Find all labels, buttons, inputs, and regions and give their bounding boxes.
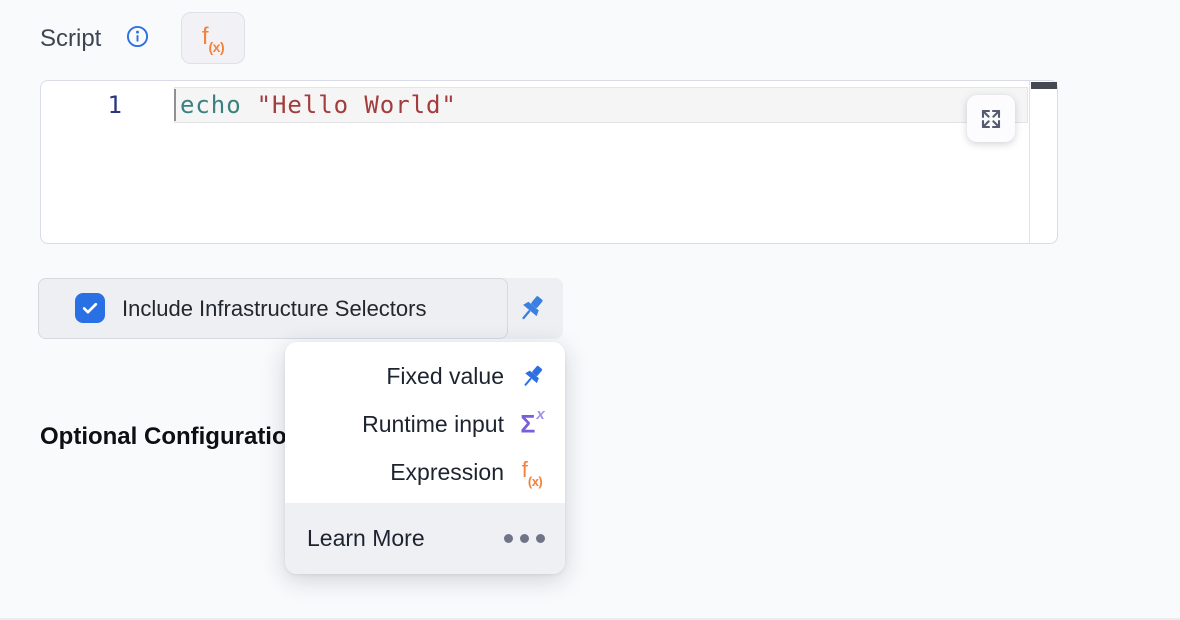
page: { "colors": { "accent_blue": "#2b70e4", … <box>0 0 1180 620</box>
infra-selectors-label: Include Infrastructure Selectors <box>122 278 426 339</box>
code-command: echo <box>180 91 242 119</box>
editor-text-cursor <box>174 89 176 121</box>
info-circle-glyph <box>126 25 149 48</box>
value-type-menu: Fixed value Runtime input Σx Expression <box>285 342 565 574</box>
fixed-value-pin-button[interactable] <box>514 291 548 325</box>
learn-more-link[interactable]: Learn More <box>307 525 425 552</box>
pushpin-icon <box>517 361 547 391</box>
infra-selectors-checkbox[interactable] <box>75 293 105 323</box>
menu-item-label: Expression <box>390 459 504 486</box>
check-icon <box>80 298 100 318</box>
editor-line-number: 1 <box>41 87 122 123</box>
value-type-menu-footer: Learn More <box>285 503 565 574</box>
ellipsis-icon[interactable] <box>504 534 545 543</box>
value-type-menu-items: Fixed value Runtime input Σx Expression <box>285 352 565 496</box>
expand-fullscreen-icon <box>979 107 1003 131</box>
menu-item-runtime-input[interactable]: Runtime input Σx <box>285 400 565 448</box>
optional-configuration-heading: Optional Configuration <box>40 423 301 451</box>
editor-code-line[interactable]: echo "Hello World" <box>180 87 457 123</box>
f-x-icon: f(x) <box>202 25 224 52</box>
editor-scrollbar-thumb[interactable] <box>1031 82 1057 89</box>
menu-item-label: Runtime input <box>362 411 504 438</box>
menu-item-fixed-value[interactable]: Fixed value <box>285 352 565 400</box>
editor-expand-button[interactable] <box>967 95 1015 142</box>
info-icon[interactable] <box>126 25 149 48</box>
script-field-label: Script <box>40 24 101 54</box>
f-x-icon: f(x) <box>517 457 547 487</box>
expression-toggle-button[interactable]: f(x) <box>181 12 245 64</box>
code-string: "Hello World" <box>257 91 457 119</box>
menu-item-label: Fixed value <box>386 363 504 390</box>
script-code-editor[interactable]: 1 echo "Hello World" <box>40 80 1058 244</box>
sigma-x-icon: Σx <box>517 409 547 439</box>
menu-item-expression[interactable]: Expression f(x) <box>285 448 565 496</box>
infra-selectors-row: Include Infrastructure Selectors <box>38 278 563 339</box>
pushpin-icon <box>516 293 547 324</box>
editor-scrollbar-track <box>1029 81 1030 243</box>
